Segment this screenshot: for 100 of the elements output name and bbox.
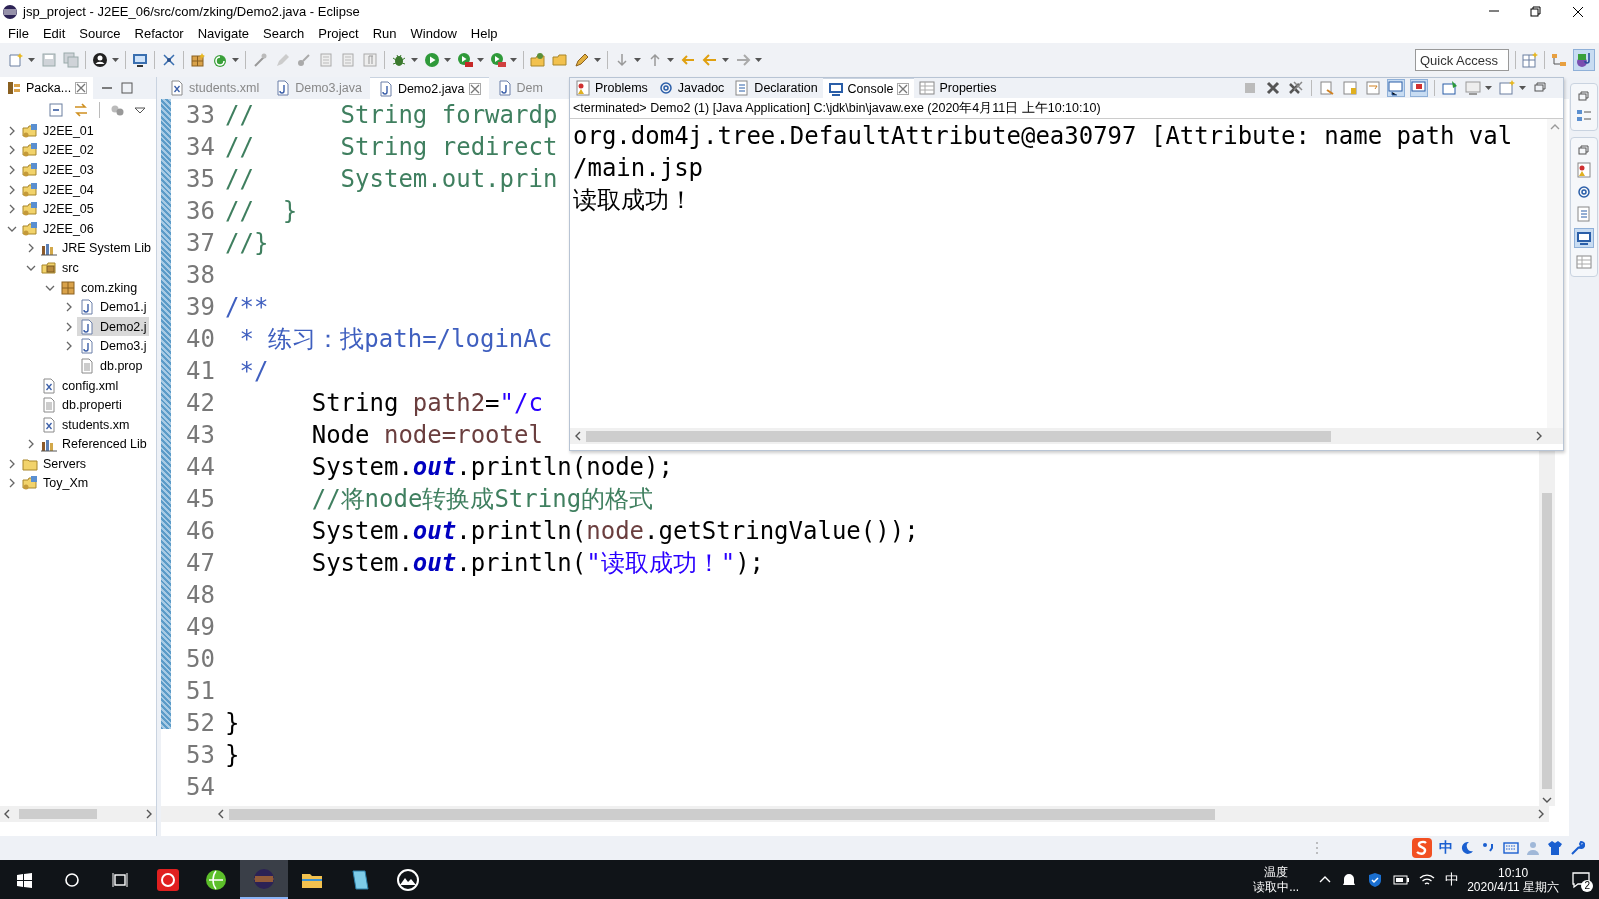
chevron-right-icon[interactable]: [64, 302, 74, 313]
caret-icon[interactable]: [1519, 86, 1526, 90]
minimize-icon[interactable]: [101, 84, 114, 92]
caret-icon[interactable]: [755, 58, 762, 62]
remove-launch-icon[interactable]: [1265, 80, 1281, 96]
tree-item[interactable]: db.prop: [77, 356, 145, 376]
remove-all-icon[interactable]: [1288, 80, 1304, 96]
menu-item[interactable]: Source: [72, 25, 128, 41]
caret-icon[interactable]: [28, 58, 35, 62]
tree-item[interactable]: Toy_Xm: [20, 474, 91, 493]
tree-item[interactable]: students.xm: [39, 415, 132, 435]
maximize-icon[interactable]: [121, 82, 134, 94]
notification-button[interactable]: 2: [1569, 867, 1593, 892]
tree-item[interactable]: J2EE_06: [20, 219, 96, 239]
moon-icon[interactable]: [1459, 840, 1475, 856]
view-tab[interactable]: Javadoc: [652, 78, 730, 98]
caret-icon[interactable]: [112, 58, 119, 62]
caret-icon[interactable]: [667, 58, 674, 62]
menu-item[interactable]: Window: [403, 25, 464, 41]
pen-icon[interactable]: [574, 52, 590, 68]
chevron-right-icon[interactable]: [7, 458, 17, 469]
bug-icon[interactable]: [391, 52, 407, 68]
chevron-right-icon[interactable]: [7, 125, 17, 136]
menu-item[interactable]: Project: [311, 25, 366, 41]
scrollbar-thumb[interactable]: [19, 809, 97, 819]
problems-icon[interactable]: [1576, 162, 1592, 178]
menu-item[interactable]: Refactor: [127, 25, 191, 41]
tree-item[interactable]: Referenced Lib: [39, 434, 149, 454]
caret-icon[interactable]: [477, 58, 484, 62]
tree-item[interactable]: config.xml: [39, 376, 121, 395]
menu-item[interactable]: Navigate: [190, 25, 256, 41]
run-coverage-icon[interactable]: [457, 52, 473, 68]
scroll-down-icon[interactable]: [1542, 796, 1552, 804]
link-editor-icon[interactable]: [73, 102, 89, 118]
tree-item[interactable]: Demo3.j: [77, 336, 149, 356]
chevron-right-icon[interactable]: [7, 204, 17, 215]
tree-item[interactable]: J2EE_04: [20, 180, 96, 200]
tree-item[interactable]: JRE System Lib: [39, 238, 153, 258]
tree-item[interactable]: Demo1.j: [77, 297, 149, 317]
tree-item[interactable]: J2EE_03: [20, 160, 96, 180]
shirt-icon[interactable]: [1547, 840, 1563, 856]
caret-icon[interactable]: [232, 58, 239, 62]
collapse-all-icon[interactable]: [49, 103, 63, 117]
chevron-right-icon[interactable]: [26, 439, 36, 450]
outline-icon[interactable]: [1576, 108, 1592, 124]
chevron-right-icon[interactable]: [7, 184, 17, 195]
open-perspective-icon[interactable]: [1522, 52, 1538, 68]
menu-item[interactable]: Edit: [35, 25, 73, 41]
tree-item[interactable]: Servers: [20, 454, 89, 474]
console-icon[interactable]: [1576, 230, 1592, 246]
caret-icon[interactable]: [411, 58, 418, 62]
wrench-icon[interactable]: [1569, 840, 1585, 856]
wand-icon[interactable]: [252, 52, 268, 68]
show-output-icon[interactable]: [1388, 80, 1404, 96]
caret-icon[interactable]: [444, 58, 451, 62]
run-icon[interactable]: [424, 52, 440, 68]
chevron-right-icon[interactable]: [7, 478, 17, 489]
explorer-tab[interactable]: Packa...: [0, 77, 94, 99]
editor-tab[interactable]: Demo2.java: [369, 77, 489, 99]
menu-item[interactable]: Help: [463, 25, 505, 41]
sogou-logo-icon[interactable]: [1411, 837, 1433, 859]
external-tool-icon[interactable]: [490, 52, 506, 68]
scroll-left-icon[interactable]: [574, 431, 582, 441]
monitor-icon[interactable]: [132, 52, 148, 68]
view-menu-icon[interactable]: [134, 106, 146, 114]
scroll-left-icon[interactable]: [3, 809, 11, 819]
view-tab[interactable]: Problems: [570, 78, 653, 98]
view-tab[interactable]: Declaration: [729, 78, 823, 98]
keyboard-icon[interactable]: [1503, 840, 1519, 856]
chevron-right-icon[interactable]: [7, 145, 17, 156]
scrollbar-thumb[interactable]: [586, 430, 1331, 442]
menu-item[interactable]: Search: [256, 25, 312, 41]
chevron-up-icon[interactable]: [1319, 875, 1332, 884]
caret-icon[interactable]: [1485, 86, 1492, 90]
java-perspective-icon[interactable]: [1576, 52, 1592, 68]
chevron-right-icon[interactable]: [26, 243, 36, 254]
tree-item[interactable]: src: [39, 258, 81, 278]
person-icon[interactable]: [92, 52, 108, 68]
tree-item[interactable]: J2EE_02: [20, 140, 96, 160]
scroll-right-icon[interactable]: [145, 809, 153, 819]
tree-item[interactable]: J2EE_01: [20, 121, 96, 141]
quick-access-field[interactable]: Quick Access: [1415, 49, 1509, 71]
chevron-right-icon[interactable]: [7, 165, 17, 175]
refresh-icon[interactable]: [212, 52, 228, 68]
caret-icon[interactable]: [510, 58, 517, 62]
shield-icon[interactable]: [1367, 871, 1384, 888]
view-tab[interactable]: Console: [822, 77, 915, 99]
scrollbar-thumb[interactable]: [1542, 493, 1552, 789]
ime-indicator[interactable]: 中: [1445, 870, 1460, 889]
taskbar-app[interactable]: [240, 860, 288, 899]
ime-mode[interactable]: 中: [1439, 839, 1453, 857]
clear-console-icon[interactable]: [1319, 80, 1335, 96]
menu-item[interactable]: Run: [365, 25, 404, 41]
tree-item[interactable]: Demo2.j: [77, 317, 149, 337]
scrollbar-thumb[interactable]: [229, 808, 1215, 820]
caret-icon[interactable]: [634, 58, 641, 62]
scroll-up-icon[interactable]: [1550, 123, 1560, 131]
tree-item[interactable]: db.properti: [39, 395, 124, 415]
view-tab[interactable]: Properties: [914, 78, 1002, 98]
restore-icon[interactable]: [1530, 5, 1542, 18]
